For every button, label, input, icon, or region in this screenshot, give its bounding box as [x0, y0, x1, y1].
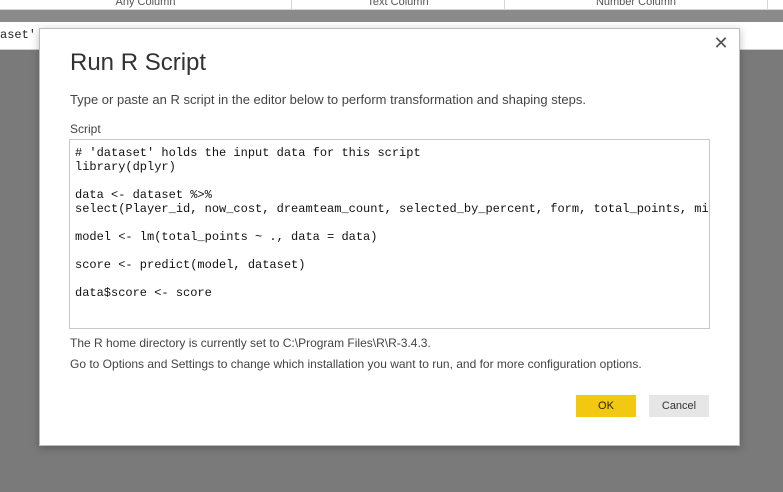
- dialog-subtitle: Type or paste an R script in the editor …: [70, 92, 586, 107]
- column-header-any: Any Column: [0, 0, 292, 9]
- dialog-title: Run R Script: [70, 49, 207, 76]
- formula-text: aset': [0, 28, 37, 42]
- background-strip: [0, 10, 783, 22]
- column-header-bar: Any Column Text Column Number Column: [0, 0, 783, 10]
- close-icon[interactable]: ✕: [711, 33, 731, 53]
- ok-button[interactable]: OK: [576, 395, 636, 417]
- r-home-directory-text: The R home directory is currently set to…: [70, 336, 431, 350]
- column-header-text: Text Column: [292, 0, 505, 9]
- run-r-script-dialog: ✕ Run R Script Type or paste an R script…: [39, 28, 740, 446]
- script-label: Script: [70, 122, 101, 136]
- options-settings-text: Go to Options and Settings to change whi…: [70, 357, 642, 371]
- cancel-button[interactable]: Cancel: [649, 395, 709, 417]
- column-header-number: Number Column: [505, 0, 768, 9]
- script-editor[interactable]: # 'dataset' holds the input data for thi…: [69, 139, 710, 329]
